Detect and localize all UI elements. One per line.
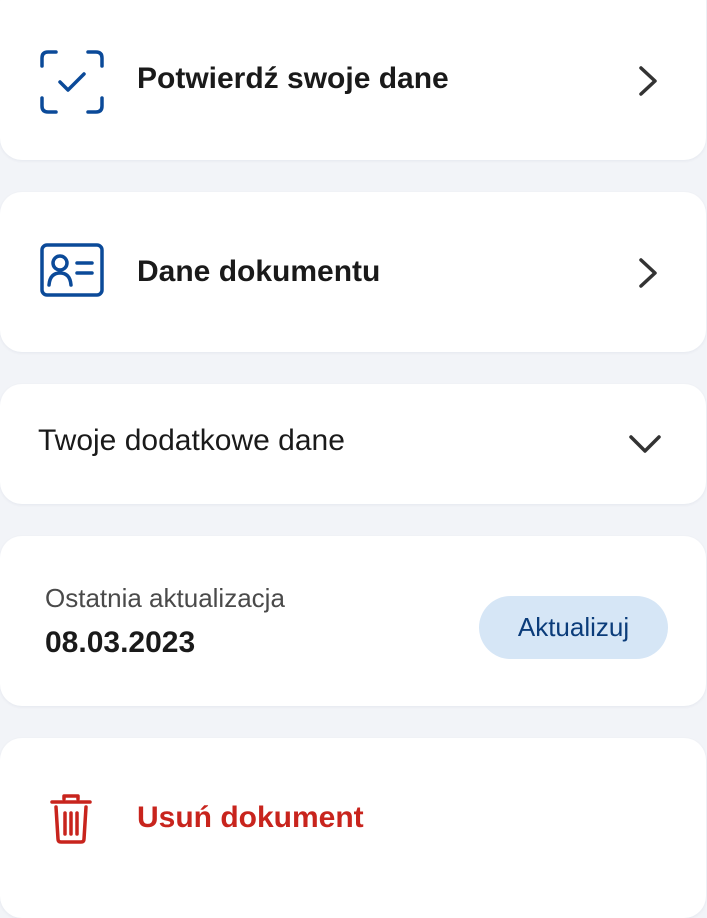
- scan-check-icon: [40, 50, 104, 114]
- last-update-label: Ostatnia aktualizacja: [45, 583, 285, 613]
- document-data-card[interactable]: Dane dokumentu: [0, 192, 706, 352]
- chevron-right-icon: [636, 256, 660, 295]
- chevron-down-icon[interactable]: [627, 432, 663, 461]
- update-button[interactable]: Aktualizuj: [479, 596, 668, 659]
- id-card-icon: [40, 243, 104, 299]
- chevron-right-icon: [636, 64, 660, 103]
- delete-document-label: Usuń dokument: [137, 801, 364, 834]
- delete-document-card[interactable]: Usuń dokument: [0, 738, 706, 918]
- last-update-card: Ostatnia aktualizacja 08.03.2023 Aktuali…: [0, 536, 706, 706]
- trash-icon: [50, 793, 92, 845]
- additional-data-card[interactable]: Twoje dodatkowe dane: [0, 384, 706, 504]
- document-data-label: Dane dokumentu: [137, 255, 381, 288]
- last-update-date: 08.03.2023: [45, 626, 196, 659]
- verify-data-label: Potwierdź swoje dane: [137, 62, 449, 95]
- verify-data-card[interactable]: Potwierdź swoje dane: [0, 0, 706, 160]
- additional-data-label: Twoje dodatkowe dane: [38, 424, 345, 457]
